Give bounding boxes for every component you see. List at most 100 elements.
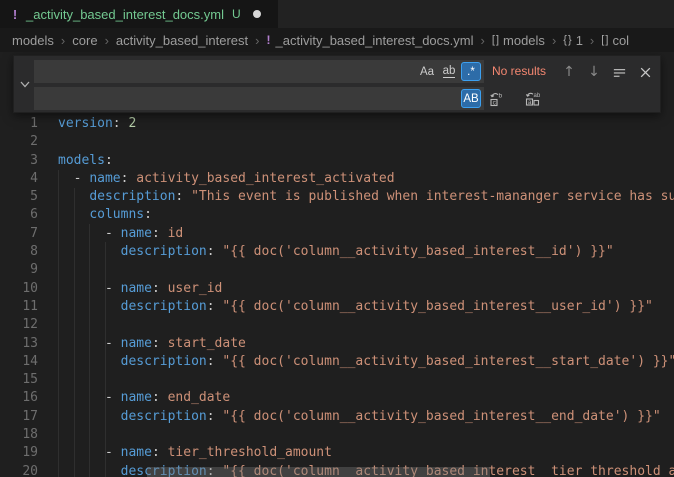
tab-filename: _activity_based_interest_docs.yml bbox=[26, 7, 224, 22]
line-number: 5 bbox=[0, 188, 44, 206]
unsaved-changes-dot[interactable] bbox=[253, 10, 261, 18]
tab-bar: ! _activity_based_interest_docs.yml U bbox=[0, 0, 674, 28]
breadcrumb-separator: › bbox=[552, 33, 556, 48]
editor-tab[interactable]: ! _activity_based_interest_docs.yml U bbox=[0, 0, 278, 28]
code-lines: 1version: 223models:4 - name: activity_b… bbox=[0, 115, 674, 477]
line-content: version: 2 bbox=[44, 115, 136, 133]
line-content: - name: user_id bbox=[44, 280, 222, 298]
breadcrumb-item[interactable]: activity_based_interest bbox=[116, 33, 248, 48]
breadcrumb-item[interactable]: ! _activity_based_interest_docs.yml bbox=[267, 33, 474, 48]
code-line[interactable]: 10 - name: user_id bbox=[0, 280, 674, 298]
line-content: - name: activity_based_interest_activate… bbox=[44, 170, 395, 188]
code-line[interactable]: 3models: bbox=[0, 152, 674, 170]
code-line[interactable]: 19 - name: tier_threshold_amount bbox=[0, 444, 674, 462]
toggle-replace-chevron[interactable] bbox=[16, 56, 34, 112]
line-number: 17 bbox=[0, 408, 44, 426]
symbol-object-icon: { } bbox=[563, 34, 570, 46]
line-content: - name: tier_threshold_amount bbox=[44, 444, 332, 462]
breadcrumb-label: _activity_based_interest_docs.yml bbox=[276, 33, 474, 48]
replace-icon: b c bbox=[488, 91, 504, 107]
svg-text:ab: ab bbox=[534, 93, 541, 99]
breadcrumb-separator: › bbox=[481, 33, 485, 48]
code-line[interactable]: 4 - name: activity_based_interest_activa… bbox=[0, 170, 674, 188]
symbol-array-icon: [ ] bbox=[492, 34, 498, 46]
code-line[interactable]: 8 description: "{{ doc('column__activity… bbox=[0, 243, 674, 261]
line-number: 15 bbox=[0, 371, 44, 389]
code-line[interactable]: 18 bbox=[0, 426, 674, 444]
code-line[interactable]: 17 description: "{{ doc('column__activit… bbox=[0, 408, 674, 426]
whole-word-icon: ab bbox=[443, 65, 456, 78]
close-icon bbox=[639, 66, 652, 79]
code-line[interactable]: 9 bbox=[0, 261, 674, 279]
line-content: - name: start_date bbox=[44, 335, 246, 353]
line-number: 6 bbox=[0, 206, 44, 224]
preserve-case-toggle[interactable]: AB bbox=[461, 89, 481, 108]
breadcrumb-separator: › bbox=[590, 33, 594, 48]
line-content: description: "This event is published wh… bbox=[44, 188, 674, 206]
breadcrumb-separator: › bbox=[105, 33, 109, 48]
svg-text:b: b bbox=[499, 93, 503, 100]
line-content: description: "{{ doc('column__activity_b… bbox=[44, 408, 661, 426]
line-number: 7 bbox=[0, 225, 44, 243]
breadcrumb-label: models bbox=[12, 33, 54, 48]
breadcrumb: models › core › activity_based_interest ›! _ac… bbox=[0, 28, 674, 52]
find-input[interactable]: \s{6}- name: (.*)\n description: "" Aa a… bbox=[34, 60, 484, 83]
line-content: - name: id bbox=[44, 225, 183, 243]
code-line[interactable]: 6 columns: bbox=[0, 206, 674, 224]
breadcrumb-label: 1 bbox=[576, 33, 583, 48]
line-content: - name: end_date bbox=[44, 389, 230, 407]
breadcrumb-item[interactable]: [ ]models bbox=[492, 33, 545, 48]
arrow-down-icon: ↓ bbox=[588, 64, 600, 80]
line-content bbox=[44, 316, 58, 334]
line-content bbox=[44, 133, 58, 151]
replace-input[interactable]: - name: $1\n description: "{{ doc('colum… bbox=[34, 87, 484, 110]
breadcrumb-separator: › bbox=[255, 33, 259, 48]
whole-word-toggle[interactable]: ab bbox=[439, 62, 459, 81]
line-number: 9 bbox=[0, 261, 44, 279]
breadcrumb-item[interactable]: models bbox=[12, 33, 54, 48]
breadcrumb-item[interactable]: { } 1 bbox=[563, 33, 583, 48]
find-previous-button[interactable]: ↑ bbox=[559, 62, 579, 82]
vscode-window: ! _activity_based_interest_docs.yml U mo… bbox=[0, 0, 674, 477]
find-in-selection-toggle[interactable] bbox=[609, 62, 629, 82]
code-line[interactable]: 15 bbox=[0, 371, 674, 389]
code-editor[interactable]: 1version: 223models:4 - name: activity_b… bbox=[0, 52, 674, 477]
breadcrumb-item[interactable]: [ ]col bbox=[601, 33, 629, 48]
replace-all-icon: ab a bbox=[524, 91, 540, 107]
line-number: 14 bbox=[0, 353, 44, 371]
code-line[interactable]: 2 bbox=[0, 133, 674, 151]
yaml-file-icon: ! bbox=[267, 33, 271, 47]
code-line[interactable]: 13 - name: start_date bbox=[0, 335, 674, 353]
code-line[interactable]: 11 description: "{{ doc('column__activit… bbox=[0, 298, 674, 316]
code-line[interactable]: 5 description: "This event is published … bbox=[0, 188, 674, 206]
find-results-status: No results bbox=[492, 60, 546, 83]
code-line[interactable]: 14 description: "{{ doc('column__activit… bbox=[0, 353, 674, 371]
line-number: 2 bbox=[0, 133, 44, 151]
code-line[interactable]: 12 bbox=[0, 316, 674, 334]
line-content bbox=[44, 371, 58, 389]
breadcrumb-label: col bbox=[612, 33, 629, 48]
find-next-button[interactable]: ↓ bbox=[584, 62, 604, 82]
line-number: 11 bbox=[0, 298, 44, 316]
line-number: 16 bbox=[0, 389, 44, 407]
regex-toggle[interactable]: .* bbox=[461, 62, 481, 81]
line-number: 19 bbox=[0, 444, 44, 462]
line-number: 8 bbox=[0, 243, 44, 261]
breadcrumb-item[interactable]: core bbox=[72, 33, 97, 48]
line-content: description: "{{ doc('column__activity_b… bbox=[44, 353, 674, 371]
line-content: columns: bbox=[44, 206, 152, 224]
line-content: models: bbox=[44, 152, 113, 170]
code-line[interactable]: 1version: 2 bbox=[0, 115, 674, 133]
line-content: description: "{{ doc('column__activity_b… bbox=[44, 298, 653, 316]
code-line[interactable]: 16 - name: end_date bbox=[0, 389, 674, 407]
breadcrumb-label: core bbox=[72, 33, 97, 48]
match-case-toggle[interactable]: Aa bbox=[417, 62, 437, 81]
chevron-down-icon bbox=[19, 78, 31, 90]
breadcrumb-label: activity_based_interest bbox=[116, 33, 248, 48]
arrow-up-icon: ↑ bbox=[563, 64, 575, 80]
replace-button[interactable]: b c bbox=[486, 89, 506, 109]
close-find-widget-button[interactable] bbox=[635, 62, 655, 82]
code-line[interactable]: 7 - name: id bbox=[0, 225, 674, 243]
replace-all-button[interactable]: ab a bbox=[522, 89, 542, 109]
horizontal-scrollbar[interactable] bbox=[147, 467, 490, 477]
